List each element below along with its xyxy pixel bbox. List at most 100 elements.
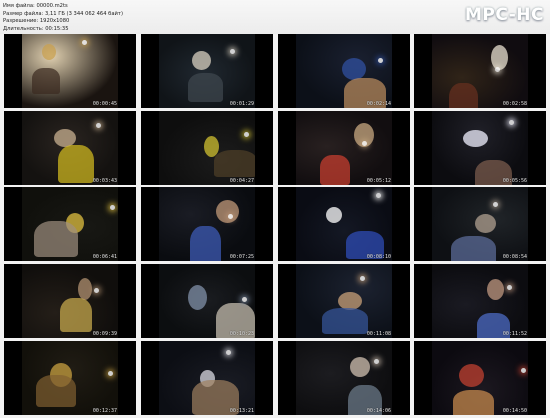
thumbnail-timestamp: 00:03:43 (92, 178, 117, 184)
thumbnail-timestamp: 00:01:29 (229, 101, 254, 107)
thumbnail-timestamp: 00:00:45 (92, 101, 117, 107)
thumbnail-frame: 00:14:50 (432, 341, 528, 415)
stage-light (509, 120, 514, 125)
figure-shape (449, 83, 478, 108)
thumbnail-frame: 00:10:23 (159, 264, 255, 338)
thumbnail-frame: 00:07:25 (159, 187, 255, 261)
video-thumbnail[interactable]: 00:07:25 (141, 187, 273, 261)
thumbnail-frame: 00:03:43 (22, 111, 118, 185)
figure-shape (192, 51, 211, 70)
thumbnail-frame: 00:08:54 (432, 187, 528, 261)
thumbnail-timestamp: 00:05:12 (366, 178, 391, 184)
stage-light (242, 297, 247, 302)
video-thumbnail[interactable]: 00:11:08 (278, 264, 410, 338)
thumbnail-frame: 00:08:10 (296, 187, 392, 261)
thumbnail-frame: 00:11:52 (432, 264, 528, 338)
video-thumbnail[interactable]: 00:14:06 (278, 341, 410, 415)
figure-shape (475, 214, 496, 233)
thumbnail-timestamp: 00:10:23 (229, 331, 254, 337)
stage-light (376, 193, 381, 198)
stage-light (495, 67, 500, 72)
stage-light (96, 123, 101, 128)
video-thumbnail[interactable]: 00:09:39 (4, 264, 136, 338)
stage-light (226, 350, 231, 355)
stage-light (378, 58, 383, 63)
video-thumbnail[interactable]: 00:06:41 (4, 187, 136, 261)
video-thumbnail[interactable]: 00:01:29 (141, 34, 273, 108)
video-thumbnail[interactable]: 00:13:21 (141, 341, 273, 415)
thumbnail-timestamp: 00:11:52 (502, 331, 527, 337)
file-size: Размер файла: 3,11 ГБ (3 344 062 464 бай… (3, 10, 123, 17)
stage-light (507, 285, 512, 290)
thumbnail-timestamp: 00:12:37 (92, 408, 117, 414)
thumbnail-timestamp: 00:08:54 (502, 254, 527, 260)
figure-shape (36, 375, 76, 407)
thumbnail-timestamp: 00:08:10 (366, 254, 391, 260)
stage-light (521, 368, 526, 373)
figure-shape (487, 279, 504, 300)
figure-shape (459, 364, 484, 387)
video-thumbnail[interactable]: 00:14:50 (414, 341, 546, 415)
stage-light (493, 202, 498, 207)
video-thumbnail[interactable]: 00:12:37 (4, 341, 136, 415)
thumbnail-frame: 00:14:06 (296, 341, 392, 415)
thumbnail-timestamp: 00:14:50 (502, 408, 527, 414)
duration: Длительность: 00:15:35 (3, 25, 69, 32)
thumbnail-timestamp: 00:05:56 (502, 178, 527, 184)
thumbnail-frame: 00:04:27 (159, 111, 255, 185)
stage-light (362, 141, 367, 146)
figure-shape (188, 73, 223, 102)
resolution: Разрешение: 1920x1080 (3, 18, 70, 24)
figure-shape (32, 68, 60, 94)
thumbnail-timestamp: 00:09:39 (92, 331, 117, 337)
file-info: Имя файла: 00000.m2ts Размер файла: 3,11… (3, 3, 123, 33)
figure-shape (216, 200, 239, 223)
figure-shape (190, 226, 221, 261)
stage-light (108, 371, 113, 376)
thumbnail-frame: 00:00:45 (22, 34, 118, 108)
figure-shape (34, 221, 78, 257)
stage-light (110, 205, 115, 210)
stage-light (230, 49, 235, 54)
figure-shape (326, 207, 342, 223)
thumbnail-grid: 00:00:45 00:01:29 00:02:14 00:02:58 00:03:43… (4, 34, 546, 416)
video-thumbnail[interactable]: 00:02:14 (278, 34, 410, 108)
thumbnail-frame: 00:02:58 (432, 34, 528, 108)
figure-shape (188, 285, 207, 310)
video-thumbnail[interactable]: 00:05:56 (414, 111, 546, 185)
thumbnail-timestamp: 00:07:25 (229, 254, 254, 260)
figure-shape (58, 145, 94, 183)
thumbnail-frame: 00:06:41 (22, 187, 118, 261)
figure-shape (453, 390, 494, 415)
thumbnail-frame: 00:12:37 (22, 341, 118, 415)
figure-shape (451, 236, 496, 261)
video-thumbnail[interactable]: 00:02:58 (414, 34, 546, 108)
thumbnail-timestamp: 00:11:08 (366, 331, 391, 337)
video-thumbnail[interactable]: 00:03:43 (4, 111, 136, 185)
video-thumbnail[interactable]: 00:08:54 (414, 187, 546, 261)
video-thumbnail[interactable]: 00:04:27 (141, 111, 273, 185)
video-thumbnail[interactable]: 00:08:10 (278, 187, 410, 261)
stage-light (94, 288, 99, 293)
figure-shape (60, 298, 92, 332)
mpc-hc-logo: MPC-HC (464, 5, 544, 25)
video-thumbnail[interactable]: 00:10:23 (141, 264, 273, 338)
thumbnail-frame: 00:11:08 (296, 264, 392, 338)
figure-shape (463, 130, 488, 147)
video-thumbnail[interactable]: 00:05:12 (278, 111, 410, 185)
thumbnail-timestamp: 00:04:27 (229, 178, 254, 184)
stage-light (360, 276, 365, 281)
thumbnail-timestamp: 00:06:41 (92, 254, 117, 260)
figure-shape (350, 357, 370, 377)
thumbnail-frame: 00:13:21 (159, 341, 255, 415)
thumbnail-frame: 00:02:14 (296, 34, 392, 108)
stage-light (374, 359, 379, 364)
file-name: Имя файла: 00000.m2ts (3, 3, 68, 9)
thumbnail-timestamp: 00:02:58 (502, 101, 527, 107)
video-thumbnail[interactable]: 00:00:45 (4, 34, 136, 108)
figure-shape (214, 150, 255, 177)
figure-shape (42, 44, 56, 60)
figure-shape (342, 58, 366, 80)
video-thumbnail[interactable]: 00:11:52 (414, 264, 546, 338)
thumbnail-frame: 00:05:12 (296, 111, 392, 185)
